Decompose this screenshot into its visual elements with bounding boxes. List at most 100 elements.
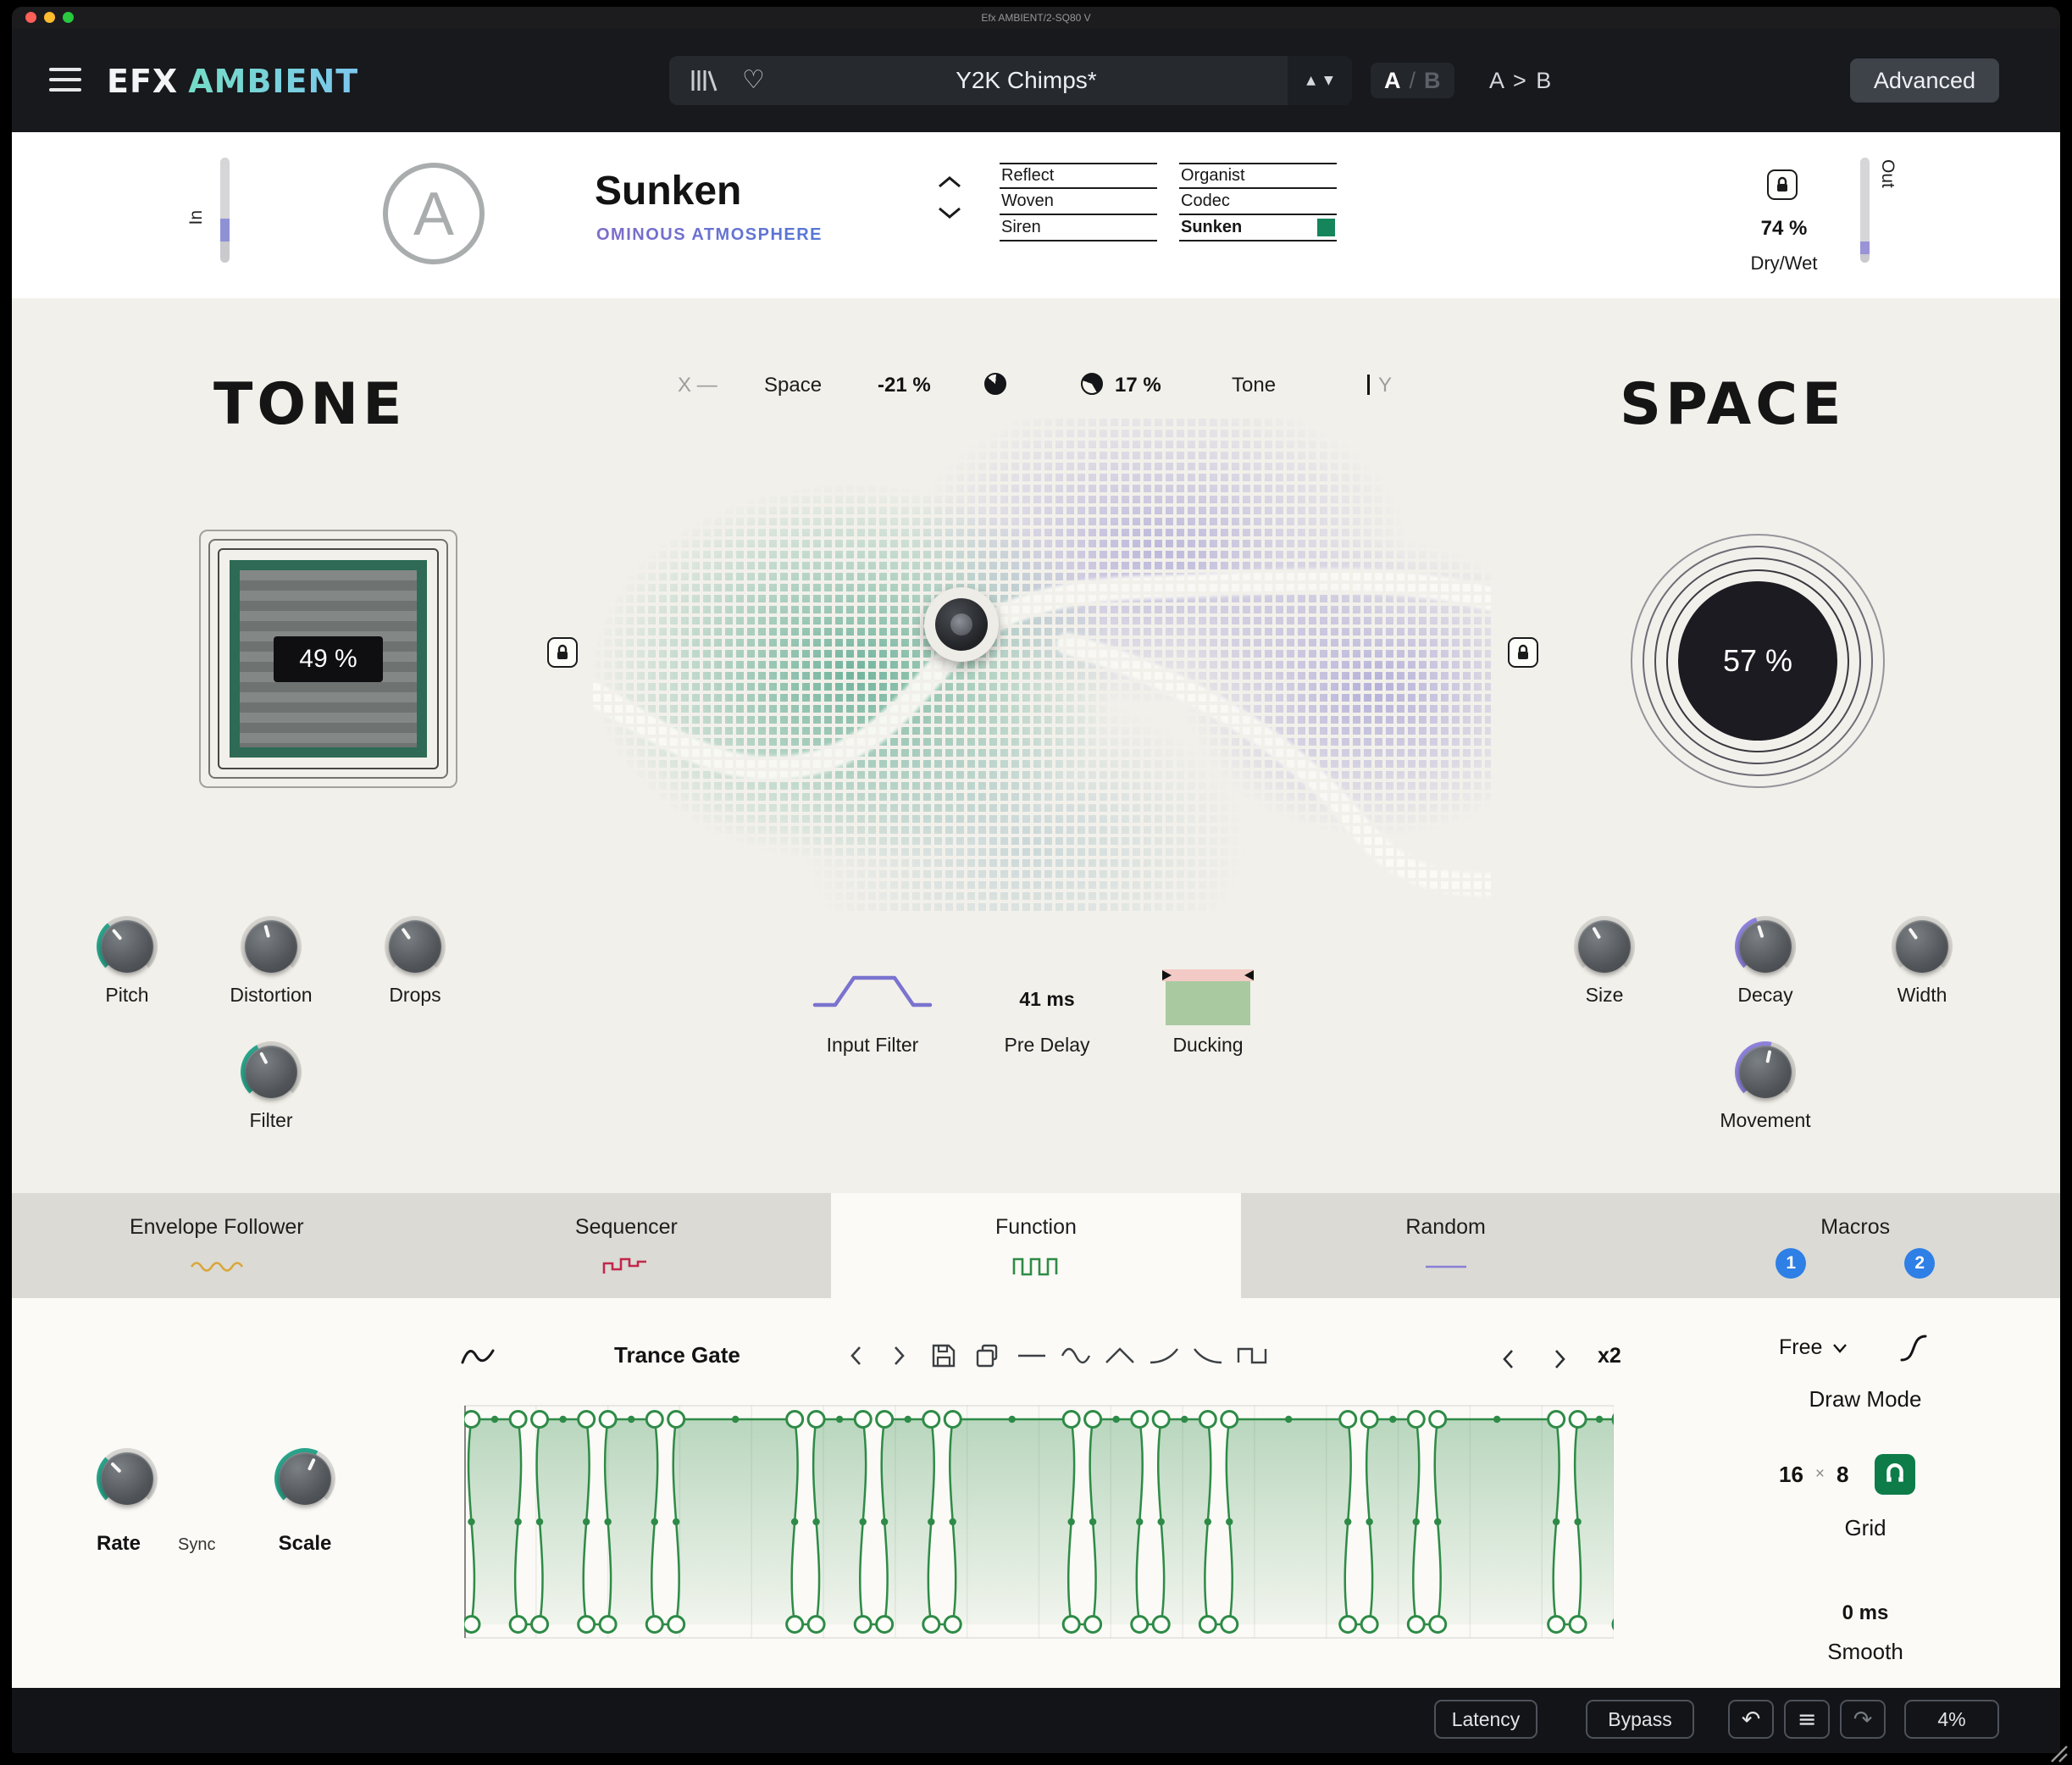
favorite-icon[interactable]: ♡	[742, 68, 765, 93]
pitch-knob[interactable]	[97, 916, 158, 977]
cpu-meter[interactable]: 4%	[1904, 1700, 1999, 1739]
drops-knob[interactable]	[385, 916, 446, 977]
preset-scroll-down-icon[interactable]	[937, 205, 962, 220]
tab-macros[interactable]: Macros 1 2	[1650, 1193, 2060, 1298]
movement-knob[interactable]	[1735, 1041, 1796, 1102]
bypass-button[interactable]: Bypass	[1586, 1700, 1694, 1739]
grid-x-value[interactable]: 16	[1779, 1462, 1803, 1488]
tone-mini-knob-icon[interactable]	[1081, 373, 1103, 395]
shape-ramp-down-icon[interactable]	[1193, 1340, 1223, 1371]
function-shape-title[interactable]: Trance Gate	[614, 1342, 740, 1368]
rate-mode-dropdown[interactable]: Free	[1779, 1335, 1848, 1360]
copy-shape-icon[interactable]	[972, 1340, 1003, 1371]
save-shape-icon[interactable]	[928, 1340, 959, 1371]
preset-item[interactable]: Organist	[1179, 163, 1337, 189]
current-preset-name[interactable]: Y2K Chimps*	[765, 67, 1288, 94]
distortion-knob[interactable]	[241, 916, 302, 977]
tab-label: Function	[995, 1215, 1077, 1240]
macro-2-button[interactable]: 2	[1904, 1248, 1935, 1279]
size-knob[interactable]	[1574, 916, 1635, 977]
pattern-next-icon[interactable]	[1545, 1344, 1576, 1374]
output-level-meter[interactable]	[1860, 158, 1870, 263]
preset-down-icon[interactable]: ▼	[1324, 74, 1333, 87]
main-panel: TONE SPACE X — Space -21 % 17 % Tone Y	[12, 298, 2060, 1193]
trance-gate-pattern[interactable]	[464, 1394, 1614, 1659]
preset-item-selected[interactable]: Sunken	[1179, 215, 1337, 241]
preset-item[interactable]: Siren	[1000, 215, 1157, 241]
snap-magnet-button[interactable]	[1875, 1454, 1915, 1495]
ducking-left-handle-icon[interactable]	[1162, 970, 1172, 980]
latency-button[interactable]: Latency	[1434, 1700, 1537, 1739]
footer-bar: Latency Bypass ↶ ≡ ↷ 4%	[12, 1688, 2060, 1753]
library-icon[interactable]	[690, 69, 718, 92]
redo-icon[interactable]: ↷	[1840, 1700, 1886, 1739]
resize-handle[interactable]	[2043, 1738, 2069, 1763]
arturia-logo: A	[383, 163, 485, 264]
next-shape-icon[interactable]	[884, 1340, 915, 1371]
pre-delay-value[interactable]: 41 ms	[971, 988, 1123, 1011]
shape-ramp-up-icon[interactable]	[1149, 1340, 1179, 1371]
ab-copy-button[interactable]: A > B	[1489, 68, 1553, 94]
draw-mode-curve-icon[interactable]	[1894, 1329, 1933, 1368]
preset-prev-next[interactable]: ▲ ▼	[1288, 56, 1352, 105]
space-lock-icon[interactable]	[1508, 637, 1538, 668]
ducking-right-handle-icon[interactable]	[1244, 970, 1254, 980]
function-toolbar	[840, 1340, 1267, 1371]
preset-item[interactable]: Codec	[1179, 189, 1337, 215]
ab-slot-a[interactable]: A	[1384, 68, 1401, 94]
macro-1-button[interactable]: 1	[1776, 1248, 1806, 1279]
space-mini-knob-icon[interactable]	[984, 373, 1006, 395]
tone-param-value[interactable]: 17 %	[1115, 373, 1161, 398]
tone-lock-icon[interactable]	[547, 637, 578, 668]
close-window-button[interactable]	[25, 12, 36, 23]
tab-function[interactable]: Function	[831, 1193, 1241, 1298]
window-title: Efx AMBIENT/2-SQ80 V	[981, 12, 1090, 24]
undo-icon[interactable]: ↶	[1728, 1700, 1774, 1739]
ab-slot-b[interactable]: B	[1424, 68, 1441, 94]
preset-item-label: Codec	[1181, 191, 1230, 211]
history-list-icon[interactable]: ≡	[1784, 1700, 1830, 1739]
rate-knob[interactable]	[97, 1448, 158, 1509]
tab-random[interactable]: Random	[1241, 1193, 1651, 1298]
ab-toggle[interactable]: A / B	[1371, 63, 1454, 98]
xy-morph-pad[interactable]	[593, 415, 1491, 911]
trance-gate-editor[interactable]	[464, 1394, 1614, 1659]
width-knob[interactable]	[1892, 916, 1953, 977]
preset-list: Reflect Woven Siren Organist Codec Sunke…	[1000, 163, 1337, 241]
knob-face	[101, 920, 153, 973]
shape-triangle-icon[interactable]	[1105, 1340, 1135, 1371]
sync-toggle[interactable]: Sync	[178, 1535, 215, 1555]
prev-shape-icon[interactable]	[840, 1340, 871, 1371]
ducking-display[interactable]	[1162, 969, 1254, 1025]
preset-browser-bar: ♡ Y2K Chimps* ▲ ▼	[669, 56, 1352, 105]
shape-sine-icon[interactable]	[1061, 1340, 1091, 1371]
shape-square-icon[interactable]	[1237, 1340, 1267, 1371]
minimize-window-button[interactable]	[44, 12, 55, 23]
scale-knob[interactable]	[274, 1448, 335, 1509]
input-level-meter[interactable]	[220, 158, 230, 263]
tab-envelope-follower[interactable]: Envelope Follower	[12, 1193, 422, 1298]
menu-icon[interactable]	[49, 68, 81, 98]
knob-pointer	[259, 1052, 268, 1064]
pattern-prev-icon[interactable]	[1493, 1344, 1523, 1374]
tone-amount-display[interactable]: 49 %	[199, 530, 457, 788]
preset-item[interactable]: Reflect	[1000, 163, 1157, 189]
preset-item[interactable]: Woven	[1000, 189, 1157, 215]
grid-y-value[interactable]: 8	[1837, 1462, 1848, 1488]
shape-flat-icon[interactable]	[1017, 1340, 1047, 1371]
function-panel: Rate Sync Scale Trance Gate x2	[12, 1298, 2060, 1688]
space-amount-display[interactable]: 57 %	[1631, 534, 1885, 788]
tab-sequencer[interactable]: Sequencer	[422, 1193, 832, 1298]
input-filter-icon[interactable]	[812, 971, 934, 1010]
preset-scroll-up-icon[interactable]	[937, 175, 962, 190]
space-param-value[interactable]: -21 %	[878, 373, 931, 398]
pattern-x2-button[interactable]: x2	[1598, 1344, 1621, 1368]
zoom-window-button[interactable]	[63, 12, 74, 23]
dry-wet-lock-icon[interactable]	[1767, 169, 1798, 200]
advanced-button[interactable]: Advanced	[1850, 58, 1999, 103]
xy-pad-handle[interactable]	[924, 587, 999, 662]
preset-up-icon[interactable]: ▲	[1306, 74, 1316, 87]
decay-knob[interactable]	[1735, 916, 1796, 977]
filter-knob[interactable]	[241, 1041, 302, 1102]
smooth-value[interactable]: 0 ms	[1772, 1601, 1958, 1625]
